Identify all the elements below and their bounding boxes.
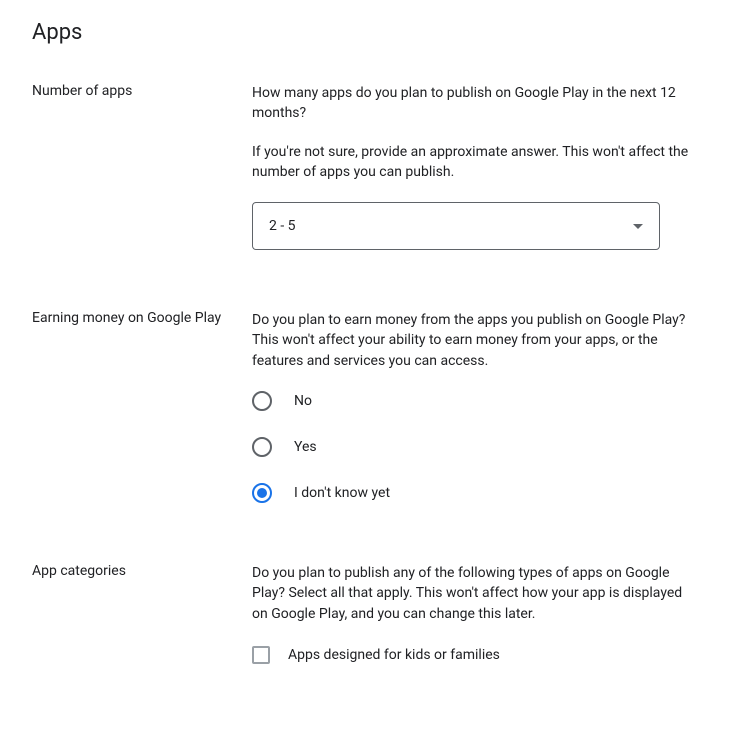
radio-option-no[interactable]: No [252,391,692,411]
select-number-of-apps[interactable]: 2 - 5 [252,202,660,250]
radio-icon-selected [252,483,272,503]
label-earning: Earning money on Google Play [32,310,252,503]
desc-earning: Do you plan to earn money from the apps … [252,310,692,371]
desc-number-of-apps-2: If you're not sure, provide an approxima… [252,142,692,183]
chevron-down-icon [633,224,643,229]
checkbox-option-kids[interactable]: Apps designed for kids or families [252,646,692,664]
radio-icon [252,437,272,457]
radio-group-earning: No Yes I don't know yet [252,391,692,503]
section-earning: Earning money on Google Play Do you plan… [32,310,705,503]
radio-label-yes: Yes [294,439,317,455]
radio-option-unknown[interactable]: I don't know yet [252,483,692,503]
label-number-of-apps: Number of apps [32,83,252,250]
desc-categories: Do you plan to publish any of the follow… [252,563,692,624]
label-categories: App categories [32,563,252,664]
section-number-of-apps: Number of apps How many apps do you plan… [32,83,705,250]
select-number-of-apps-wrap: 2 - 5 [252,202,660,250]
radio-option-yes[interactable]: Yes [252,437,692,457]
desc-number-of-apps-1: How many apps do you plan to publish on … [252,83,692,124]
content-number-of-apps: How many apps do you plan to publish on … [252,83,692,250]
checkbox-icon [252,646,270,664]
content-earning: Do you plan to earn money from the apps … [252,310,692,503]
select-number-of-apps-value: 2 - 5 [269,218,296,234]
page-title: Apps [32,20,705,45]
radio-icon [252,391,272,411]
radio-label-no: No [294,393,312,409]
radio-label-unknown: I don't know yet [294,485,390,501]
content-categories: Do you plan to publish any of the follow… [252,563,692,664]
section-categories: App categories Do you plan to publish an… [32,563,705,664]
